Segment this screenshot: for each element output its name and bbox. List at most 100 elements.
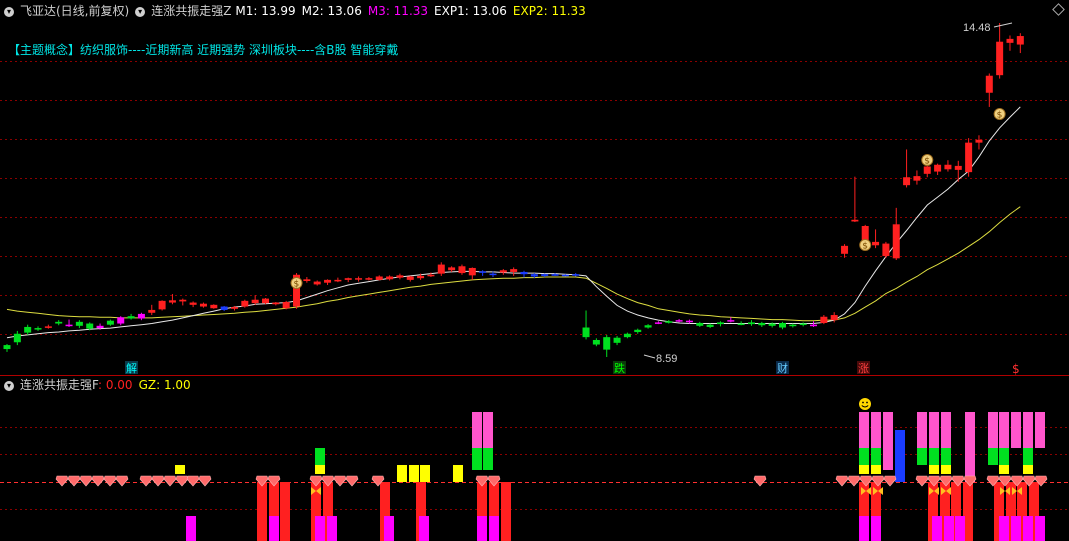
candle[interactable] bbox=[903, 149, 911, 188]
candle[interactable] bbox=[758, 321, 766, 327]
candle[interactable] bbox=[841, 244, 849, 258]
candle[interactable] bbox=[324, 279, 332, 285]
candle[interactable] bbox=[344, 277, 352, 283]
indicator-bar bbox=[397, 465, 407, 482]
candle[interactable] bbox=[644, 324, 652, 329]
candle[interactable] bbox=[458, 264, 466, 275]
candle[interactable] bbox=[220, 305, 228, 312]
candle[interactable] bbox=[499, 269, 507, 275]
candle[interactable] bbox=[386, 275, 394, 281]
candle[interactable] bbox=[623, 332, 631, 339]
candle[interactable] bbox=[944, 160, 952, 172]
candle[interactable] bbox=[396, 273, 404, 280]
candle[interactable] bbox=[582, 310, 590, 340]
candle[interactable] bbox=[241, 299, 249, 308]
candle[interactable] bbox=[892, 207, 900, 261]
collapse-icon[interactable]: ▾ bbox=[4, 6, 14, 17]
candle[interactable] bbox=[882, 241, 890, 258]
svg-text:$: $ bbox=[997, 111, 1003, 121]
candle[interactable] bbox=[1006, 35, 1014, 51]
candle[interactable] bbox=[34, 326, 42, 331]
indicator-bar bbox=[941, 412, 951, 448]
candle[interactable] bbox=[24, 324, 32, 335]
candle[interactable] bbox=[251, 295, 259, 305]
candle[interactable] bbox=[137, 312, 145, 321]
candle[interactable] bbox=[779, 321, 786, 330]
candle[interactable] bbox=[706, 323, 714, 329]
candle[interactable] bbox=[665, 320, 673, 324]
indicator-bar bbox=[999, 448, 1009, 465]
candle[interactable] bbox=[468, 267, 476, 280]
candle[interactable] bbox=[313, 280, 321, 286]
candle[interactable] bbox=[44, 324, 52, 329]
candle[interactable] bbox=[520, 270, 528, 278]
candle[interactable] bbox=[810, 321, 818, 327]
candle[interactable] bbox=[820, 315, 828, 325]
candle[interactable] bbox=[168, 294, 176, 305]
money-bag-icon: $ bbox=[993, 108, 1006, 121]
stock-name[interactable]: 飞亚达(日线,前复权) bbox=[20, 4, 129, 18]
indicator-bar bbox=[477, 516, 487, 541]
candle[interactable] bbox=[448, 266, 456, 272]
candle[interactable] bbox=[437, 262, 445, 276]
candle[interactable] bbox=[13, 330, 21, 346]
money-bag-icon: $ bbox=[859, 239, 872, 252]
candle[interactable] bbox=[365, 277, 373, 281]
candle[interactable] bbox=[727, 317, 735, 323]
diamond-marker-icon bbox=[198, 475, 212, 487]
sub-indicator-name[interactable]: 连涨共振走强F bbox=[20, 378, 98, 392]
candle[interactable] bbox=[675, 319, 683, 323]
candle[interactable] bbox=[572, 273, 580, 277]
candle[interactable] bbox=[716, 321, 724, 327]
indicator-bar bbox=[929, 465, 939, 474]
candle[interactable] bbox=[913, 170, 921, 185]
candle[interactable] bbox=[747, 320, 755, 326]
candle[interactable] bbox=[303, 277, 311, 283]
price-chart[interactable]: $ $ $ $ 14.48 8.59 解 跌 财 涨 $ bbox=[0, 0, 1069, 541]
candle[interactable] bbox=[603, 334, 611, 357]
candle[interactable] bbox=[510, 267, 518, 276]
candle[interactable] bbox=[696, 321, 704, 327]
candle[interactable] bbox=[592, 338, 600, 347]
candle[interactable] bbox=[872, 229, 880, 249]
candle[interactable] bbox=[75, 320, 83, 329]
candle[interactable] bbox=[996, 23, 1004, 79]
indicator-bar bbox=[1011, 412, 1021, 448]
candle[interactable] bbox=[117, 316, 125, 326]
indicator-bar bbox=[941, 448, 951, 465]
candle[interactable] bbox=[634, 328, 642, 334]
candle[interactable] bbox=[55, 320, 63, 326]
candle[interactable] bbox=[179, 298, 187, 306]
candle[interactable] bbox=[851, 176, 859, 223]
m3-value: M3: 11.33 bbox=[367, 4, 429, 18]
candle[interactable] bbox=[106, 319, 114, 326]
candle[interactable] bbox=[3, 343, 11, 352]
candle[interactable] bbox=[65, 319, 73, 327]
candle[interactable] bbox=[975, 135, 983, 150]
signal-label-die: 跌 bbox=[613, 361, 626, 375]
candle[interactable] bbox=[406, 275, 414, 282]
candle[interactable] bbox=[479, 270, 487, 276]
candle[interactable] bbox=[1016, 33, 1024, 54]
candle[interactable] bbox=[375, 275, 383, 281]
indicator-bar bbox=[419, 516, 429, 541]
candle[interactable] bbox=[613, 336, 621, 346]
indicator-name[interactable]: 连涨共振走强Z bbox=[151, 4, 231, 18]
candle[interactable] bbox=[355, 276, 363, 282]
candle[interactable] bbox=[189, 301, 197, 308]
collapse-icon[interactable]: ▾ bbox=[4, 380, 14, 391]
candle[interactable] bbox=[654, 321, 662, 325]
candle[interactable] bbox=[210, 304, 218, 309]
candle[interactable] bbox=[158, 300, 166, 311]
candle[interactable] bbox=[334, 277, 342, 283]
candle[interactable] bbox=[789, 323, 797, 328]
candle[interactable] bbox=[148, 304, 156, 316]
candle[interactable] bbox=[127, 313, 135, 320]
candle[interactable] bbox=[934, 163, 942, 175]
candle[interactable] bbox=[965, 138, 973, 177]
m2-value: M2: 13.06 bbox=[301, 4, 362, 18]
candle[interactable] bbox=[199, 302, 207, 308]
collapse-icon[interactable]: ▾ bbox=[135, 6, 146, 17]
candle[interactable] bbox=[985, 73, 993, 107]
candle[interactable] bbox=[282, 300, 290, 310]
